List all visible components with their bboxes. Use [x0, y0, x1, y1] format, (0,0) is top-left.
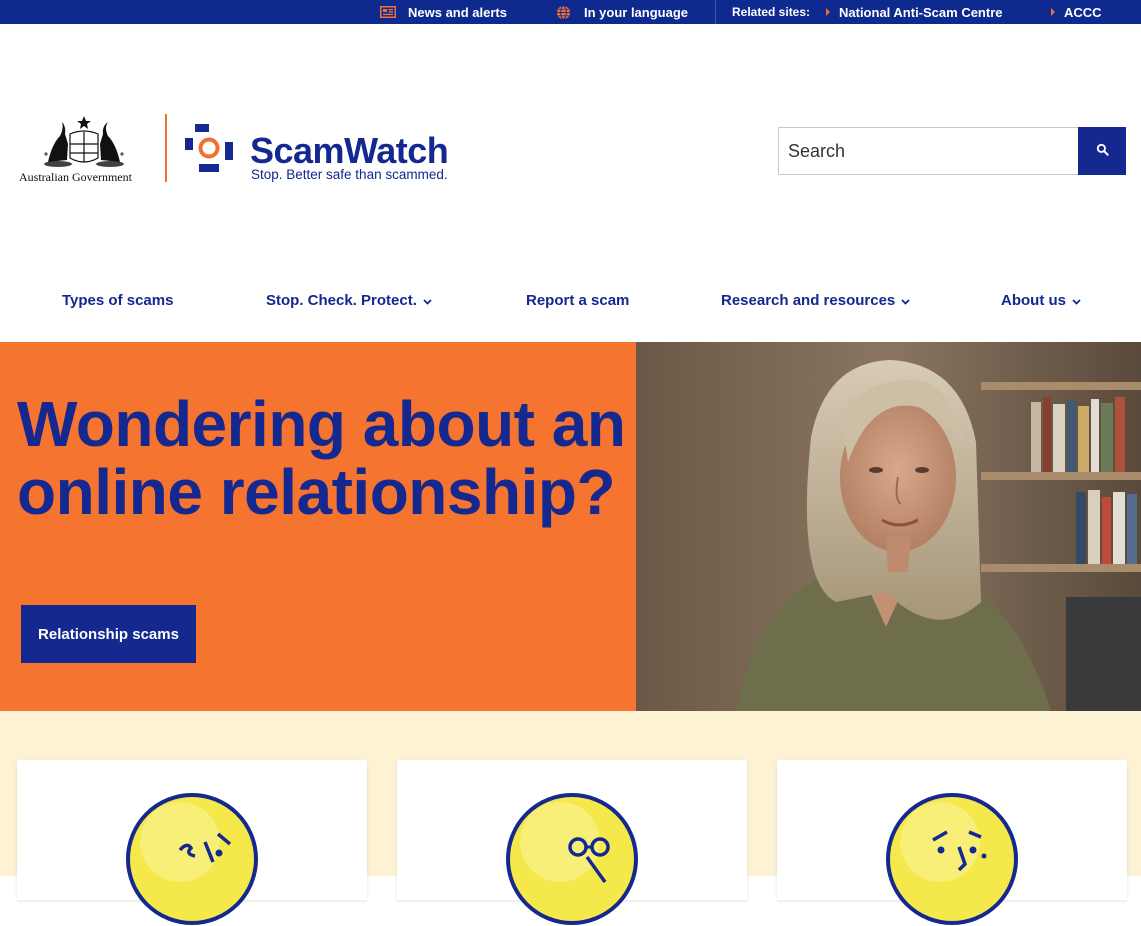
- main-nav: Types of scams Stop. Check. Protect. Rep…: [0, 274, 1141, 342]
- nasc-link[interactable]: National Anti-Scam Centre: [826, 0, 1003, 24]
- logo-divider: [165, 114, 167, 182]
- search-input[interactable]: [778, 127, 1078, 175]
- nav-types-of-scams[interactable]: Types of scams: [62, 292, 173, 309]
- brand-tagline: Stop. Better safe than scammed.: [251, 167, 448, 182]
- hero-photo: [636, 342, 1141, 711]
- nasc-label: National Anti-Scam Centre: [839, 4, 1003, 20]
- nav-label: Research and resources: [721, 292, 896, 309]
- feature-card[interactable]: [397, 760, 747, 925]
- nav-label: Report a scam: [526, 292, 630, 309]
- nav-about-us[interactable]: About us: [1001, 292, 1081, 309]
- nav-label: About us: [1001, 292, 1066, 309]
- caret-right-icon: [826, 8, 830, 16]
- nav-label: Stop. Check. Protect.: [266, 292, 417, 309]
- search-form: [778, 127, 1126, 175]
- coat-of-arms-icon: [44, 116, 124, 167]
- in-your-language-link[interactable]: In your language: [556, 0, 688, 24]
- chevron-down-icon: [423, 292, 432, 309]
- search-icon: [1096, 143, 1109, 159]
- in-your-language-label: In your language: [584, 4, 689, 20]
- chevron-down-icon: [901, 292, 910, 309]
- accc-link[interactable]: ACCC: [1051, 0, 1102, 24]
- woman-portrait-image: [636, 342, 1141, 711]
- site-header: Australian Government ScamWatch Stop. Be…: [0, 24, 1141, 274]
- search-button[interactable]: [1078, 127, 1126, 175]
- glasses-face-icon: [506, 793, 638, 925]
- nav-research-and-resources[interactable]: Research and resources: [721, 292, 910, 309]
- utility-bar: News and alerts In your language Related…: [0, 0, 1141, 24]
- globe-icon: [556, 4, 571, 20]
- newspaper-icon: [380, 6, 396, 18]
- scamwatch-logo-icon: [185, 124, 233, 172]
- news-and-alerts-label: News and alerts: [408, 4, 507, 20]
- accc-label: ACCC: [1064, 4, 1102, 20]
- hero-text-panel: Wondering about an online relationship? …: [0, 342, 636, 711]
- nav-stop-check-protect[interactable]: Stop. Check. Protect.: [266, 292, 432, 309]
- chevron-down-icon: [1072, 292, 1081, 309]
- news-and-alerts-link[interactable]: News and alerts: [380, 0, 507, 24]
- thinking-face-icon: [126, 793, 258, 925]
- gov-label: Australian Government: [19, 170, 132, 184]
- related-sites-label: Related sites:: [732, 0, 810, 24]
- caret-right-icon: [1051, 8, 1055, 16]
- feature-card[interactable]: [17, 760, 367, 925]
- topbar-divider: [715, 0, 716, 24]
- feature-cards: [0, 711, 1141, 925]
- feature-card[interactable]: [777, 760, 1127, 925]
- relationship-scams-button[interactable]: Relationship scams: [21, 605, 196, 663]
- nav-label: Types of scams: [62, 292, 174, 309]
- nav-report-a-scam[interactable]: Report a scam: [526, 292, 629, 309]
- hero-title: Wondering about an online relationship?: [17, 388, 626, 528]
- skeptical-face-icon: [886, 793, 1018, 925]
- hero-banner: Wondering about an online relationship? …: [0, 342, 1141, 711]
- brand-name: ScamWatch: [250, 130, 449, 171]
- related-sites-text: Related sites:: [732, 5, 811, 19]
